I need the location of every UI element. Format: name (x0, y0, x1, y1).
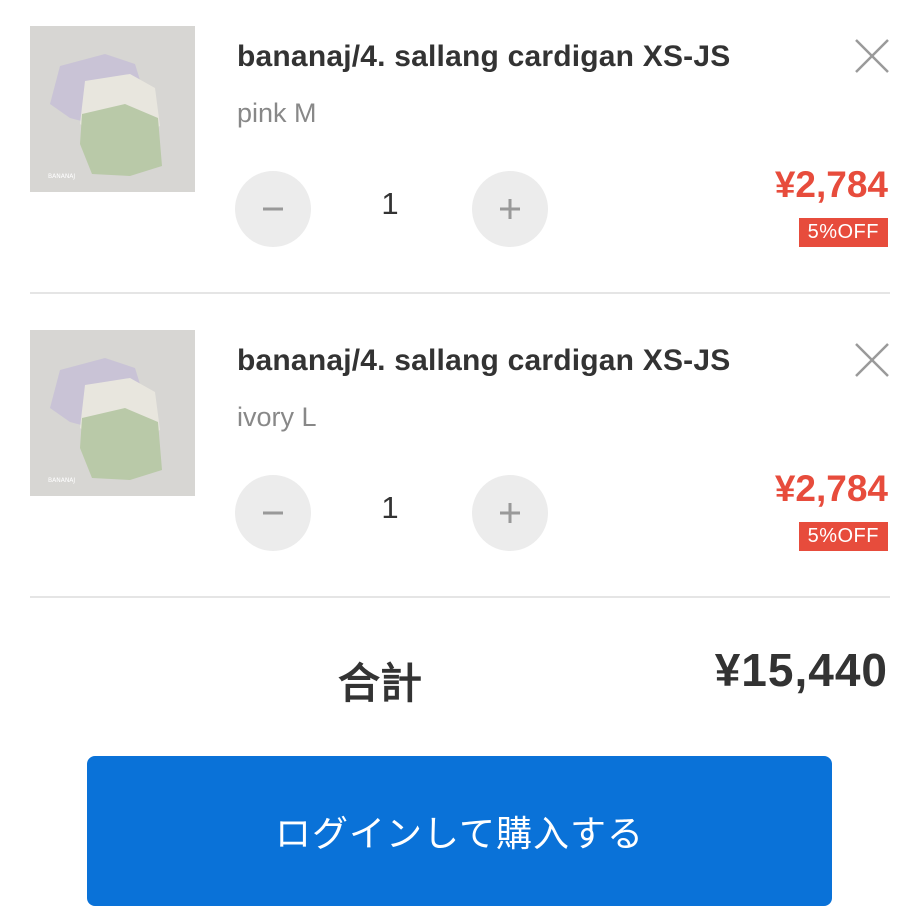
item-price: ¥2,784 (774, 468, 888, 509)
login-and-purchase-button[interactable]: ログインして購入する (87, 756, 832, 906)
minus-icon (263, 207, 283, 211)
quantity-value: 1 (381, 186, 399, 221)
plus-icon (500, 503, 520, 523)
product-image[interactable]: BANANAJ (30, 330, 195, 496)
product-title[interactable]: bananaj/4. sallang cardigan XS-JS (237, 344, 730, 378)
discount-badge: 5%OFF (798, 522, 888, 551)
discount-badge: 5%OFF (798, 218, 888, 247)
plus-icon (500, 199, 520, 219)
quantity-increase-button[interactable] (472, 171, 548, 247)
svg-text:BANANAJ: BANANAJ (48, 173, 75, 180)
divider (30, 292, 890, 294)
quantity-value: 1 (381, 490, 399, 525)
total-label: 合計 (338, 660, 423, 707)
remove-item-button[interactable] (852, 36, 892, 76)
item-price: ¥2,784 (774, 164, 888, 205)
product-image[interactable]: BANANAJ (30, 26, 195, 192)
quantity-increase-button[interactable] (472, 475, 548, 551)
quantity-decrease-button[interactable] (235, 171, 311, 247)
product-title[interactable]: bananaj/4. sallang cardigan XS-JS (237, 40, 730, 74)
cart-item: BANANAJ bananaj/4. sallang cardigan XS-J… (30, 330, 890, 610)
close-icon (855, 343, 889, 377)
svg-text:BANANAJ: BANANAJ (48, 477, 75, 484)
product-variant: pink M (237, 98, 317, 128)
divider (30, 596, 890, 598)
minus-icon (263, 511, 283, 515)
total-amount: ¥15,440 (714, 644, 888, 696)
quantity-decrease-button[interactable] (235, 475, 311, 551)
remove-item-button[interactable] (852, 340, 892, 380)
cart-item: BANANAJ bananaj/4. sallang cardigan XS-J… (30, 26, 890, 306)
close-icon (855, 39, 889, 73)
product-variant: ivory L (237, 402, 317, 432)
